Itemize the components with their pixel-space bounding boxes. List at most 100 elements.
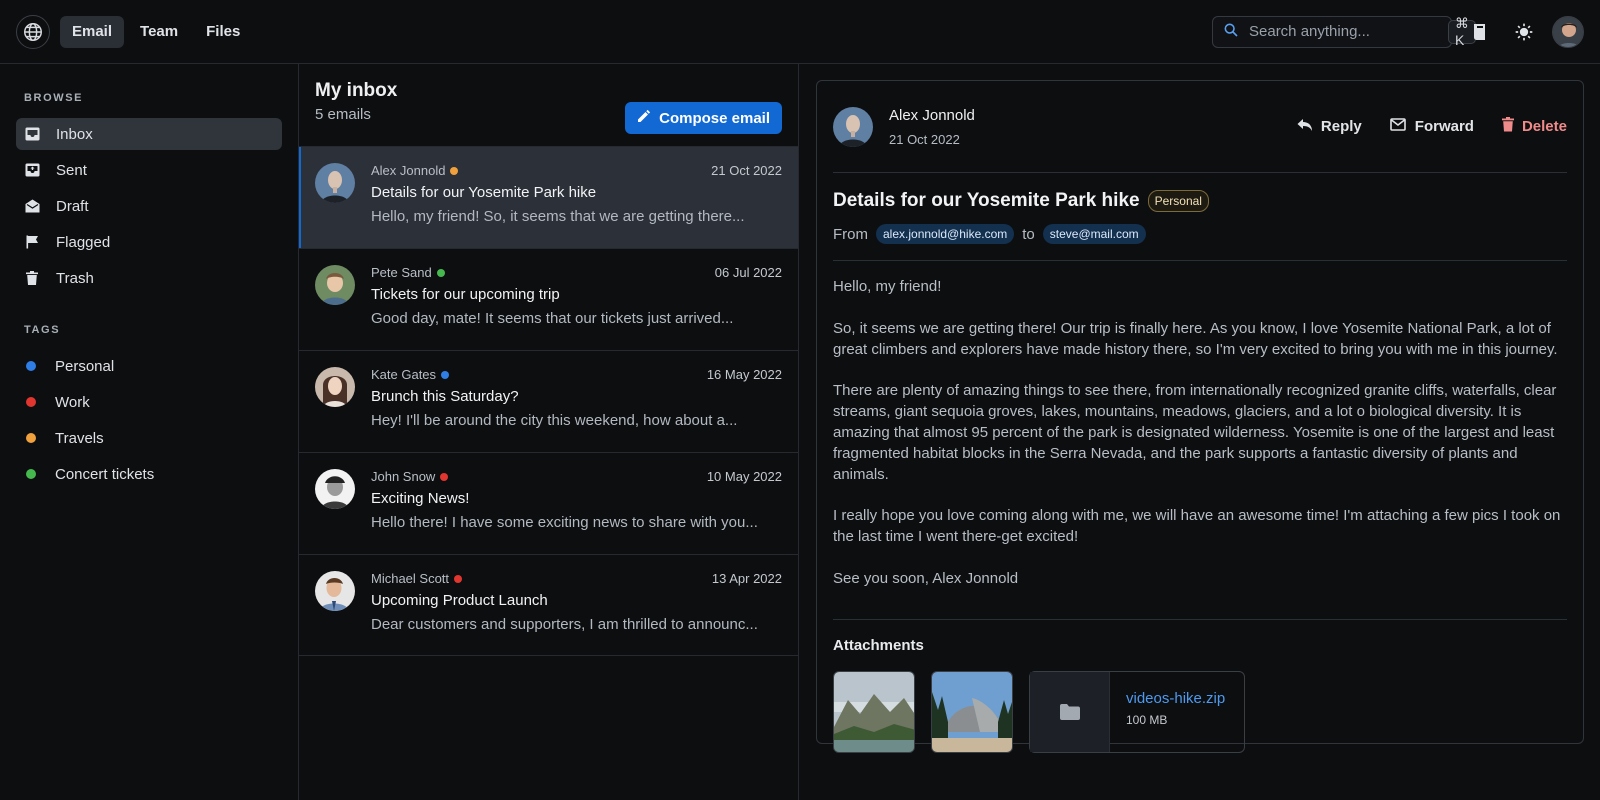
inbox-count: 5 emails xyxy=(315,106,371,123)
folder-icon xyxy=(1030,671,1110,752)
email-row[interactable]: Pete Sand 06 Jul 2022 Tickets for our upc… xyxy=(299,248,798,350)
file-size: 100 MB xyxy=(1126,712,1168,727)
email-preview: Hello, my friend! So, it seems that we a… xyxy=(371,208,745,225)
email-subject: Exciting News! xyxy=(371,490,470,507)
draft-icon xyxy=(24,198,40,214)
status-dot-icon xyxy=(441,370,450,379)
book-icon[interactable] xyxy=(1464,16,1496,48)
tag-dot-icon xyxy=(26,433,36,443)
sidebar-item-flagged[interactable]: Flagged xyxy=(16,226,282,258)
globe-logo-icon[interactable] xyxy=(16,14,50,49)
to-email-chip[interactable]: steve@mail.com xyxy=(1042,224,1146,244)
email-date: 21 Oct 2022 xyxy=(711,163,782,178)
tag-work[interactable]: Work xyxy=(16,386,282,418)
sidebar-item-sent[interactable]: Sent xyxy=(16,154,282,186)
reader-recipients: From alex.jonnold@hike.com to steve@mail… xyxy=(833,224,1567,261)
tab-files[interactable]: Files xyxy=(194,16,252,48)
attachment-image-halfdome[interactable] xyxy=(931,670,1013,753)
tag-dot-icon xyxy=(26,469,36,479)
status-dot-icon xyxy=(440,472,449,481)
body-paragraph: So, it seems we are getting there! Our t… xyxy=(833,319,1558,358)
file-name[interactable]: videos-hike.zip xyxy=(1126,690,1225,707)
email-subject: Details for our Yosemite Park hike xyxy=(371,184,597,201)
avatar xyxy=(315,367,355,407)
reply-label: Reply xyxy=(1320,118,1362,135)
avatar xyxy=(833,106,873,147)
tab-email[interactable]: Email xyxy=(60,15,125,48)
sender-name: Kate Gates xyxy=(371,367,437,382)
attachments-list: videos-hike.zip 100 MB xyxy=(833,670,1567,753)
avatar xyxy=(315,163,355,203)
tag-label: Travels xyxy=(55,429,104,447)
email-preview: Dear customers and supporters, I am thri… xyxy=(371,616,758,633)
search-input[interactable] xyxy=(1249,23,1448,40)
tag-badge[interactable]: Personal xyxy=(1147,190,1209,212)
pencil-icon xyxy=(637,109,651,127)
browse-heading: BROWSE xyxy=(24,92,84,104)
reader-header: Alex Jonnold 21 Oct 2022 Reply Forward D… xyxy=(833,81,1567,173)
attachment-file[interactable]: videos-hike.zip 100 MB xyxy=(1029,670,1245,753)
compose-email-button[interactable]: Compose email xyxy=(625,102,782,134)
reply-button[interactable]: Reply xyxy=(1297,117,1362,136)
attachments-heading: Attachments xyxy=(833,636,924,654)
search-icon xyxy=(1223,22,1239,41)
sidebar-item-trash[interactable]: Trash xyxy=(16,262,282,294)
from-email-chip[interactable]: alex.jonnold@hike.com xyxy=(876,224,1015,244)
delete-label: Delete xyxy=(1521,118,1567,135)
tag-label: Concert tickets xyxy=(55,465,155,483)
sidebar-item-draft[interactable]: Draft xyxy=(16,190,282,222)
email-preview: Good day, mate! It seems that our ticket… xyxy=(371,310,734,327)
forward-mail-icon xyxy=(1389,117,1407,136)
tags-heading: TAGS xyxy=(24,324,61,336)
tag-concert-tickets[interactable]: Concert tickets xyxy=(16,458,282,490)
user-avatar[interactable] xyxy=(1552,15,1584,48)
sidebar-item-label: Draft xyxy=(56,197,89,215)
email-row[interactable]: Kate Gates 16 May 2022 Brunch this Saturd… xyxy=(299,350,798,452)
trash-icon xyxy=(24,270,40,286)
inbox-header: My inbox 5 emails Compose email xyxy=(299,64,798,146)
status-dot-icon xyxy=(450,166,459,175)
email-row[interactable]: Alex Jonnold 21 Oct 2022 Details for our … xyxy=(299,146,798,248)
sidebar-item-label: Inbox xyxy=(56,125,93,143)
reader-date: 21 Oct 2022 xyxy=(889,131,960,147)
email-date: 06 Jul 2022 xyxy=(714,265,782,280)
email-row[interactable]: Michael Scott 13 Apr 2022 Upcoming Produc… xyxy=(299,554,798,656)
sidebar-item-label: Flagged xyxy=(56,233,111,251)
delete-button[interactable]: Delete xyxy=(1501,117,1567,136)
flag-icon xyxy=(24,234,40,250)
email-subject: Upcoming Product Launch xyxy=(371,592,548,609)
email-date: 13 Apr 2022 xyxy=(711,571,782,586)
sent-icon xyxy=(24,162,40,178)
sidebar-item-inbox[interactable]: Inbox xyxy=(16,118,282,150)
email-row[interactable]: John Snow 10 May 2022 Exciting News! Hell… xyxy=(299,452,798,554)
sender-name: Michael Scott xyxy=(371,571,450,586)
tab-team[interactable]: Team xyxy=(128,16,190,48)
tag-travels[interactable]: Travels xyxy=(16,422,282,454)
to-label: to xyxy=(1022,225,1035,243)
email-body: Hello, my friend! So, it seems we are ge… xyxy=(833,261,1567,620)
sun-icon[interactable] xyxy=(1508,16,1540,48)
reader-actions: Reply Forward Delete xyxy=(1297,117,1567,136)
reply-icon xyxy=(1297,118,1313,136)
compose-label: Compose email xyxy=(659,109,770,127)
forward-button[interactable]: Forward xyxy=(1389,117,1474,136)
avatar xyxy=(315,265,355,305)
sender-name: Pete Sand xyxy=(371,265,432,280)
sidebar-item-label: Sent xyxy=(56,161,87,179)
body-paragraph: I really hope you love coming along with… xyxy=(833,507,1561,546)
attachment-image-valley[interactable] xyxy=(833,670,915,753)
inbox-panel: My inbox 5 emails Compose email Alex Jon… xyxy=(299,64,799,800)
email-reader: Alex Jonnold 21 Oct 2022 Reply Forward D… xyxy=(816,80,1584,753)
sender-name: Alex Jonnold xyxy=(371,163,446,178)
email-subject: Brunch this Saturday? xyxy=(371,388,519,405)
sidebar-item-label: Trash xyxy=(56,269,94,287)
email-date: 10 May 2022 xyxy=(706,469,782,484)
inbox-icon xyxy=(24,126,40,142)
tag-personal[interactable]: Personal xyxy=(16,350,282,382)
top-nav: Email Team Files xyxy=(60,15,252,48)
top-bar: Email Team Files ⌘ K xyxy=(0,0,1600,64)
avatar xyxy=(315,571,355,611)
body-paragraph: See you soon, Alex Jonnold xyxy=(833,569,1019,587)
email-date: 16 May 2022 xyxy=(706,367,782,382)
reader-sender-name: Alex Jonnold xyxy=(889,106,975,124)
